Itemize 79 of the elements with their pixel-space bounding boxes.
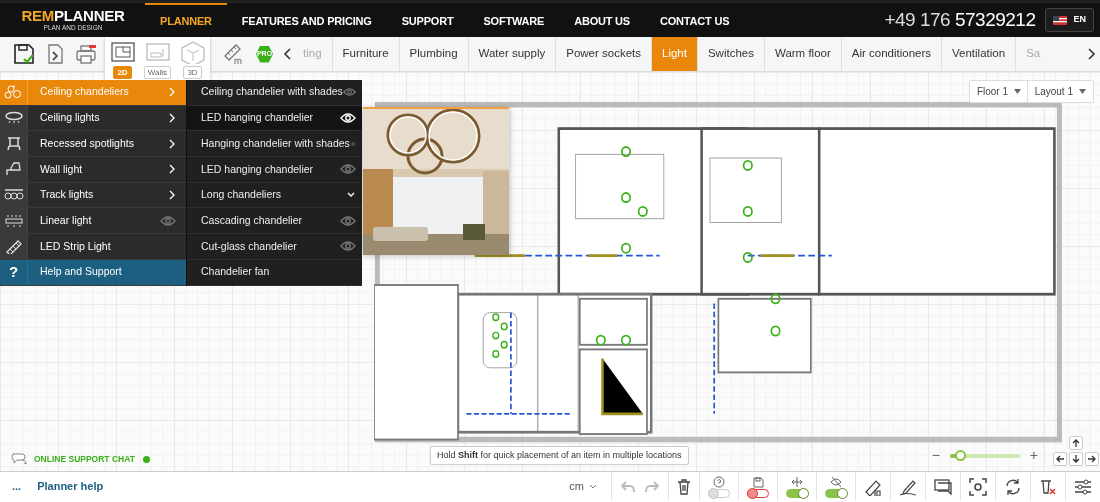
nav-link[interactable]: ABOUT US <box>559 3 645 37</box>
settings-sliders-icon[interactable] <box>1074 477 1092 496</box>
submenu-item[interactable]: LED hanging chandelier <box>187 105 362 132</box>
floor-plan-icon[interactable] <box>108 40 137 64</box>
help-icon <box>713 475 725 488</box>
category-menu-item[interactable]: Ceiling lights <box>0 105 186 132</box>
dropdown[interactable]: Layout 1 <box>1026 80 1094 103</box>
nav-link[interactable]: CONTACT US <box>645 3 745 37</box>
zoom-out-button[interactable]: − <box>931 445 940 466</box>
caret-icon <box>1014 89 1021 94</box>
nav-link[interactable]: FEATURES AND PRICING <box>226 3 387 37</box>
save-icon <box>752 475 764 488</box>
chevron-right-icon[interactable] <box>168 190 176 201</box>
category-menu-item[interactable]: Wall light <box>0 157 186 183</box>
arrow-right-icon[interactable] <box>1087 454 1097 464</box>
chandelier-icon <box>3 84 24 101</box>
category-menu-item[interactable]: Linear light <box>0 208 186 235</box>
hint-tooltip: Hold Shift for quick placement of an item in multiple locations <box>430 445 689 465</box>
chevron-right-icon[interactable] <box>168 138 176 149</box>
toggle-switch[interactable] <box>708 488 730 498</box>
linear-light-icon <box>3 212 24 229</box>
zoom-in-button[interactable]: + <box>1029 445 1038 466</box>
category-menu-item[interactable]: ? Help and Support <box>0 259 186 286</box>
submenu-item[interactable]: Long chandeliers <box>187 182 362 209</box>
language-button[interactable]: EN <box>1045 8 1094 32</box>
arrow-down-icon[interactable] <box>1071 454 1081 464</box>
eye-icon[interactable] <box>340 112 356 125</box>
dropdown[interactable]: Floor 1 <box>968 80 1029 103</box>
arrow-up-icon[interactable] <box>1071 438 1081 448</box>
screenshot-icon[interactable] <box>969 477 987 496</box>
toggle-switch[interactable] <box>825 488 847 498</box>
trash-icon[interactable] <box>677 478 691 495</box>
nav-link[interactable]: SOFTWARE <box>468 3 560 37</box>
category-tab[interactable]: Furniture <box>331 37 399 71</box>
category-menu-item[interactable]: Recessed spotlights <box>0 131 186 158</box>
caret-icon <box>1079 89 1086 94</box>
chevron-right-icon[interactable] <box>168 164 176 175</box>
arrow-left-icon[interactable] <box>1055 454 1065 464</box>
category-menu-item[interactable]: LED Strip Light <box>0 234 186 260</box>
phone-number: +49 176 57329212 <box>884 7 1036 32</box>
flag-icon <box>1053 15 1068 25</box>
nav-link[interactable]: SUPPORT <box>386 3 469 37</box>
category-tab[interactable]: Ventilation <box>941 37 1016 71</box>
more-button[interactable]: ... <box>12 478 22 495</box>
resize-arrows-icon <box>791 475 803 488</box>
slider-thumb[interactable] <box>955 449 967 461</box>
clear-all-icon[interactable] <box>1039 477 1057 496</box>
submenu-item[interactable]: Hanging chandelier with shades <box>187 131 362 158</box>
chevron-right-icon[interactable] <box>1086 47 1096 61</box>
logo[interactable]: REMPLANNER <box>21 8 125 24</box>
category-tab[interactable]: Air conditioners <box>840 37 942 71</box>
category-tab[interactable]: Warm floor <box>763 37 841 71</box>
zoom-slider[interactable] <box>949 453 1020 458</box>
category-tab[interactable]: Water supply <box>467 37 556 71</box>
submenu-item[interactable]: Chandelier fan <box>187 259 362 286</box>
eye-off-icon <box>830 475 842 488</box>
category-menu-item[interactable]: Track lights <box>0 182 186 209</box>
help-icon[interactable]: ? <box>8 260 19 284</box>
submenu-item[interactable]: Cascading chandelier <box>187 208 362 235</box>
submenu-item[interactable]: Cut-glass chandelier <box>187 234 362 260</box>
chevron-left-icon[interactable] <box>283 47 293 61</box>
wall-lamp-icon <box>3 161 24 178</box>
refresh-icon[interactable] <box>1004 477 1022 496</box>
view-mode-tab[interactable]: Walls <box>143 66 172 79</box>
comments-icon[interactable] <box>934 477 952 496</box>
unit-select[interactable]: cm <box>569 478 597 495</box>
toggle-switch[interactable] <box>747 488 769 498</box>
planner-help-link[interactable]: Planner help <box>37 478 104 495</box>
chevron-right-icon[interactable] <box>168 113 176 124</box>
category-tab[interactable]: Plumbing <box>398 37 468 71</box>
print-pdf-icon[interactable] <box>73 42 98 66</box>
chat-icon[interactable] <box>10 452 28 466</box>
view-mode-tab[interactable]: 3D <box>183 66 202 79</box>
submenu-item[interactable]: Ceiling chandelier with shades <box>187 80 362 106</box>
chevron-down-icon <box>589 483 597 490</box>
toggle-switch[interactable] <box>786 488 808 498</box>
submenu-item[interactable]: LED hanging chandelier <box>187 157 362 183</box>
save-icon[interactable] <box>11 42 36 66</box>
category-tab[interactable]: Switches <box>696 37 764 71</box>
